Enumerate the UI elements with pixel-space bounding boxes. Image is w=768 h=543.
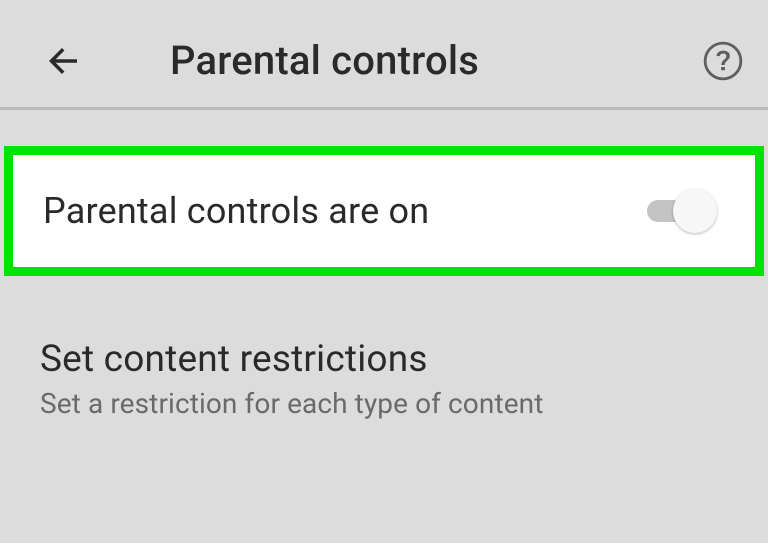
back-button[interactable] — [38, 36, 88, 86]
section-title: Set content restrictions — [40, 338, 728, 381]
help-button[interactable] — [702, 40, 744, 82]
help-icon — [702, 40, 744, 82]
status-gap — [0, 0, 768, 14]
content-restrictions-section[interactable]: Set content restrictions Set a restricti… — [0, 338, 768, 420]
section-subtitle: Set a restriction for each type of conte… — [40, 387, 728, 420]
toggle-thumb — [673, 189, 717, 233]
toggle-label: Parental controls are on — [43, 190, 429, 232]
parental-controls-toggle-row: Parental controls are on — [4, 146, 764, 276]
arrow-back-icon — [42, 40, 84, 82]
parental-controls-toggle[interactable] — [639, 186, 721, 236]
spacer — [0, 276, 768, 338]
spacer — [0, 110, 768, 146]
page-title: Parental controls — [170, 37, 479, 84]
app-bar: Parental controls — [0, 14, 768, 110]
